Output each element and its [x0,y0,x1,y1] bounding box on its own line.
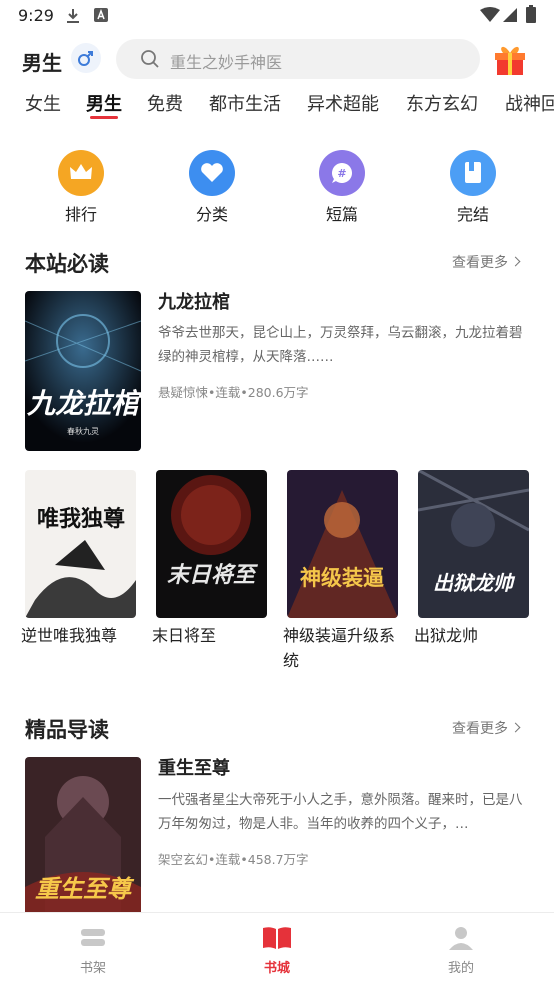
gender-switch-button[interactable] [71,43,101,73]
search-placeholder: 重生之妙手神医 [170,53,283,72]
gender-label[interactable]: 男生 [22,47,62,76]
quick-entry-finished[interactable]: 完结 [433,150,513,225]
tab-urban-life[interactable]: 都市生活 [209,90,281,116]
tab-male[interactable]: 男生 [86,90,122,116]
cover-title: 神级装逼 [300,566,384,590]
featured-book-description: 爷爷去世那天，昆仑山上，万灵祭拜，乌云翻滚，九龙拉着碧绿的神灵棺椁，从天降落…… [158,325,523,365]
book-cover-grid[interactable]: 末日将至 [156,470,267,618]
tab-supernatural[interactable]: 异术超能 [307,90,379,116]
cover-image: 出狱龙帅 [418,470,529,618]
cover-title: 末日将至 [167,563,259,588]
book-cover-grid[interactable]: 唯我独尊 [25,470,136,618]
status-bar: 9:29 [0,0,554,32]
status-time: 9:29 [18,6,54,25]
tab-female[interactable]: 女生 [25,90,61,116]
nav-label: 我的 [447,961,474,976]
section-title-premium: 精品导读 [25,718,109,742]
quick-entry-category[interactable]: 分类 [172,150,252,225]
nav-bookshelf[interactable]: 书架 [53,925,133,976]
gift-icon[interactable] [492,41,528,77]
tab-war-god[interactable]: 战神回 [505,90,554,116]
quick-entry-short[interactable]: # 短篇 [302,150,382,225]
featured-book-meta: 悬疑惊悚•连载•280.6万字 [158,385,309,400]
cover-author: 春秋九灵 [67,426,99,436]
book-cover-grid[interactable]: 出狱龙帅 [418,470,529,618]
cover-image: 九龙拉棺 春秋九灵 [25,291,141,451]
notification-a-icon [94,8,108,22]
nav-profile[interactable]: 我的 [421,925,501,976]
cover-title: 出狱龙帅 [433,571,516,595]
wifi-icon [480,7,500,22]
nav-label: 书城 [263,961,290,976]
book-cover-premium[interactable]: 重生至尊 [25,757,141,912]
section-title-must-read: 本站必读 [25,252,109,276]
quick-entry-label: 完结 [456,205,489,224]
tab-free[interactable]: 免费 [147,90,183,116]
grid-book-title[interactable]: 逆世唯我独尊 [21,623,139,648]
featured-book-title[interactable]: 重生至尊 [158,754,230,780]
cover-image: 末日将至 [156,470,267,618]
open-book-icon [263,927,291,949]
cover-title: 九龙拉棺 [26,387,141,420]
quick-entry-label: 排行 [64,205,97,224]
book-cover-featured[interactable]: 九龙拉棺 春秋九灵 [25,291,141,451]
tab-eastern-fantasy[interactable]: 东方玄幻 [406,90,478,116]
nav-label: 书架 [79,961,106,976]
quick-entry-ranking[interactable]: 排行 [41,150,121,225]
chevron-right-icon [510,256,521,267]
heart-icon [201,163,223,182]
cover-title: 唯我独尊 [37,506,125,532]
signal-icon [503,8,517,22]
quick-entry-label: 短篇 [325,205,358,224]
male-symbol-icon [78,51,93,66]
book-icon [465,162,481,183]
active-tab-indicator [90,116,118,119]
see-more-link[interactable]: 查看更多 [452,718,521,738]
cover-image: 唯我独尊 [25,470,136,618]
nav-bookstore[interactable]: 书城 [237,925,317,976]
category-tabs: 女生 男生 免费 都市生活 异术超能 东方玄幻 战神回 [0,86,554,122]
crown-icon [70,164,92,179]
battery-icon [526,5,536,23]
hash-chat-icon: # [332,163,352,183]
user-icon [449,927,473,950]
featured-book-description: 一代强者星尘大帝死于小人之手，意外陨落。醒来时，已是八万年匆匆过，物是人非。当年… [158,792,523,832]
featured-book-meta: 架空玄幻•连载•458.7万字 [158,852,309,867]
cover-title: 重生至尊 [35,875,135,903]
svg-text:#: # [337,167,346,180]
header: 男生 重生之妙手神医 [0,38,554,82]
cover-image: 重生至尊 [25,757,141,912]
download-icon [67,9,79,23]
chevron-right-icon [510,722,521,733]
grid-book-title[interactable]: 出狱龙帅 [414,623,532,648]
see-more-link[interactable]: 查看更多 [452,252,521,272]
search-input[interactable]: 重生之妙手神医 [116,39,480,79]
grid-book-title[interactable]: 神级装逼升级系统 [283,623,398,673]
featured-book-title[interactable]: 九龙拉棺 [158,288,230,314]
quick-entry-label: 分类 [195,205,228,224]
grid-book-title[interactable]: 末日将至 [152,623,270,648]
book-cover-grid[interactable]: 神级装逼 [287,470,398,618]
cover-image: 神级装逼 [287,470,398,618]
bookshelf-icon [81,929,105,946]
search-icon [141,50,159,68]
bottom-navigation: 书架 书城 我的 [0,912,554,985]
